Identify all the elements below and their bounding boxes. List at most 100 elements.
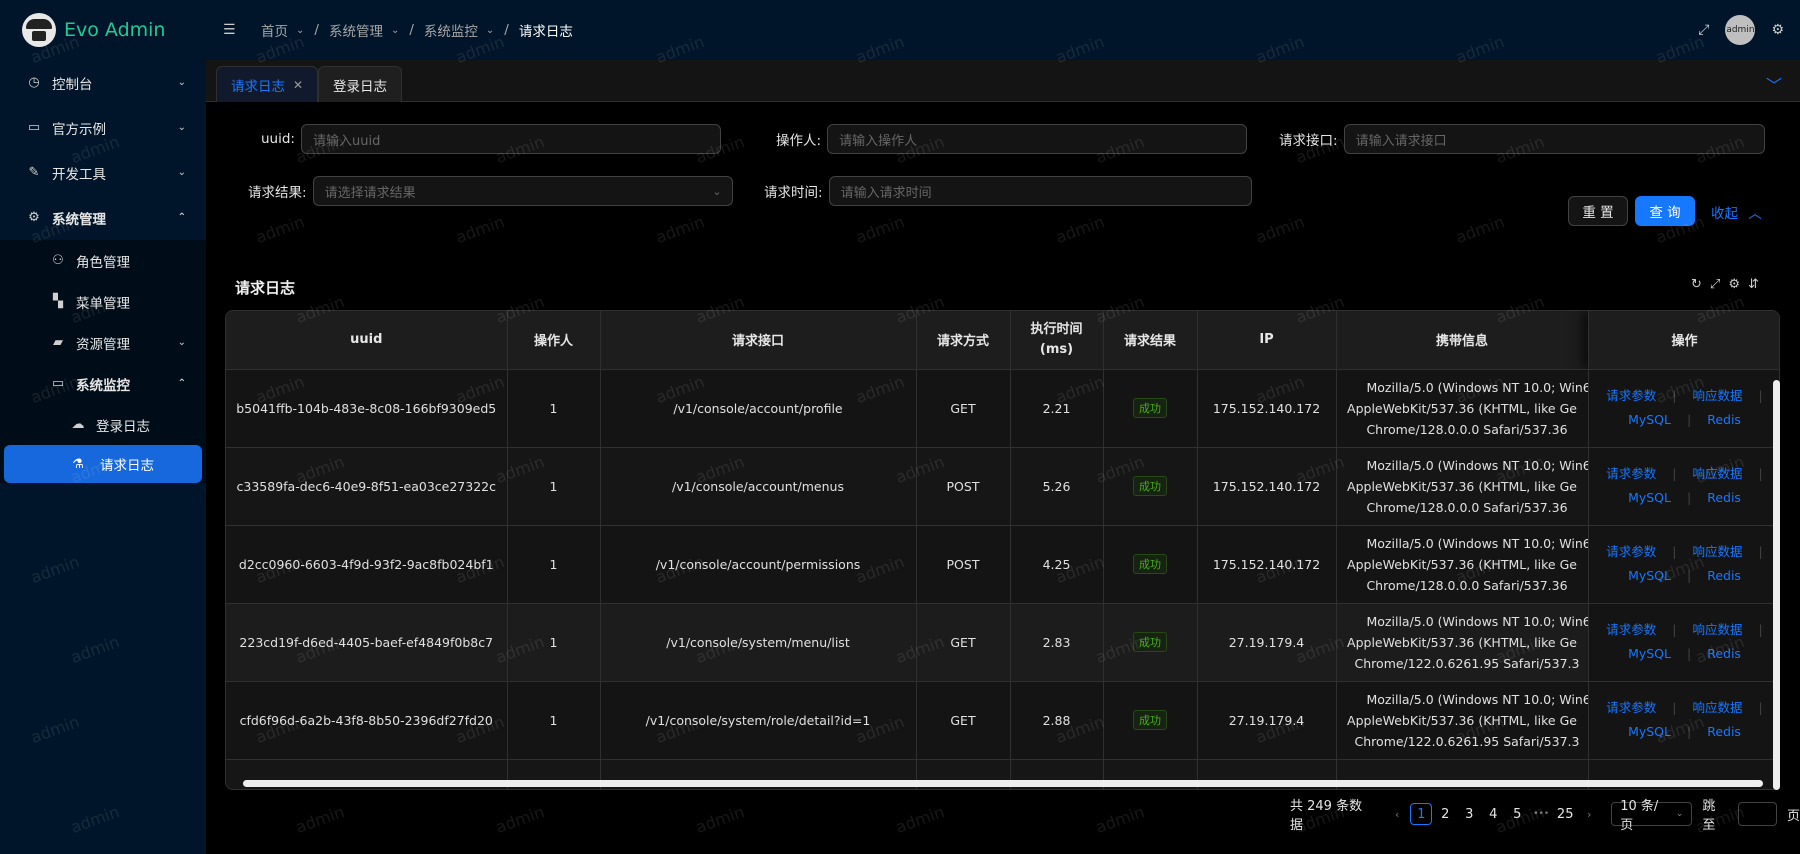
divider: | [1672,700,1677,715]
sidebar-item-label: 开发工具 [52,166,106,183]
next-page-icon[interactable]: › [1578,803,1600,825]
time-input[interactable]: 请输入请求时间 [828,176,1252,206]
divider: | [1686,412,1692,427]
breadcrumb-item[interactable]: 首页 ⌄ [261,20,304,40]
sidebar-item-examples[interactable]: ▭ 官方示例 ⌄ [0,105,206,150]
request-params-link[interactable]: 请求参数 [1606,466,1656,481]
watermark: admin [893,801,947,838]
api-input[interactable]: 请输入请求接口 [1343,124,1765,154]
menu-fold-icon[interactable]: ☰ [223,22,243,38]
table-toolbar: ↻ ⤢ ⚙ ⇵ [1691,277,1759,292]
reload-icon[interactable]: ↻ [1691,277,1702,292]
gear-icon[interactable]: ⚙ [1771,22,1784,38]
uuid-input[interactable]: 请输入uuid [300,124,721,154]
tab-login-log[interactable]: 登录日志 [318,66,402,102]
result-placeholder: 请选择请求结果 [324,185,416,201]
sidebar-item-monitor[interactable]: ▭ 系统监控 ⌃ [0,363,206,404]
divider: | [1686,490,1692,505]
reset-button[interactable]: 重 置 [1568,196,1628,226]
page-ellipsis[interactable]: ••• [1530,803,1552,825]
duration-label: 执行时间 [1030,321,1083,337]
table-row: b5041ffb-104b-483e-8c08-166bf9309ed5 1 /… [226,369,1779,448]
mysql-link[interactable]: MySQL [1628,724,1671,739]
page-unit: 页 [1786,808,1800,824]
redis-link[interactable]: Redis [1707,490,1741,505]
tab-label: 登录日志 [333,78,387,95]
logo[interactable]: Evo Admin [0,0,206,60]
sidebar-item-dashboard[interactable]: ◷ 控制台 ⌄ [0,60,206,105]
cell-user-agent: Mozilla/5.0 (Windows NT 10.0; Win64 Appl… [1336,681,1589,760]
jump-input[interactable] [1737,802,1777,826]
page-3[interactable]: 3 [1458,803,1480,825]
sidebar-item-devtools[interactable]: ✎ 开发工具 ⌄ [0,150,206,195]
collapse-link[interactable]: 收起 ︿ [1711,202,1762,222]
avatar[interactable]: admin [1725,15,1756,45]
page-1[interactable]: 1 [1410,803,1433,825]
user-agent-line: Mozilla/5.0 (Windows NT 10.0; Win64 [1366,613,1588,629]
response-data-link[interactable]: 响应数据 [1693,466,1743,481]
mysql-link[interactable]: MySQL [1628,412,1671,427]
response-data-link[interactable]: 响应数据 [1693,700,1743,715]
sidebar: Evo Admin ◷ 控制台 ⌄ ▭ 官方示例 ⌄ ✎ 开发工具 ⌄ ⚙ 系统… [0,0,206,854]
fullscreen-icon[interactable]: ⤢ [1698,22,1709,38]
cell-actions: 请求参数 | 响应数据 | MySQL | Redis [1588,447,1779,526]
user-agent-line: Mozilla/5.0 (Windows NT 10.0; Win64 [1366,457,1588,473]
sidebar-item-login-log[interactable]: ☁ 登录日志 [0,404,206,445]
cell-method: GET [916,369,1011,448]
sidebar-item-request-log[interactable]: ⚗ 请求日志 [4,445,202,483]
breadcrumb-item[interactable]: 系统监控 ⌄ [424,20,494,40]
divider: | [1672,622,1677,637]
query-button[interactable]: 查 询 [1635,196,1695,226]
cell-duration: 4.25 [1010,525,1104,604]
result-select[interactable]: 请选择请求结果 ⌄ [312,176,733,206]
chevron-down-icon[interactable]: ﹀ [1766,72,1782,96]
sidebar-item-roles[interactable]: ⚇ 角色管理 [0,240,206,281]
column-header-actions: 操作 [1588,311,1779,370]
request-params-link[interactable]: 请求参数 [1606,700,1656,715]
gear-icon[interactable]: ⚙ [1728,277,1740,292]
column-height-icon[interactable]: ⇵ [1748,277,1759,292]
mysql-link[interactable]: MySQL [1628,646,1671,661]
column-header-api: 请求接口 [600,311,917,370]
mysql-link[interactable]: MySQL [1628,568,1671,583]
vertical-scrollbar[interactable] [1773,380,1780,790]
request-params-link[interactable]: 请求参数 [1606,388,1656,403]
close-icon[interactable]: ✕ [293,78,303,92]
jump-label: 跳至 [1702,799,1716,833]
operator-input[interactable]: 请输入操作人 [827,124,1248,154]
page-size-select[interactable]: 10 条/页 ⌄ [1611,799,1693,833]
page-2[interactable]: 2 [1434,803,1456,825]
response-data-link[interactable]: 响应数据 [1693,388,1743,403]
response-data-link[interactable]: 响应数据 [1693,544,1743,559]
cell-api: /v1/console/account/permissions [600,525,917,604]
prev-page-icon[interactable]: ‹ [1386,803,1408,825]
fullscreen-icon[interactable]: ⤢ [1710,277,1720,292]
cell-api: /v1/console/system/menu/list [600,603,917,682]
sidebar-item-menus[interactable]: ▚ 菜单管理 [0,281,206,322]
horizontal-scrollbar[interactable] [243,780,1763,787]
page-4[interactable]: 4 [1482,803,1504,825]
column-header-operator: 操作人 [507,311,601,370]
tab-request-log[interactable]: 请求日志 ✕ [216,66,319,102]
cloud-icon: ☁ [71,417,85,432]
divider: | [1672,466,1677,481]
sidebar-item-resources[interactable]: ▰ 资源管理 ⌄ [0,322,206,363]
cell-ip: 27.19.179.4 [1197,603,1337,682]
cell-uuid: d2cc0960-6603-4f9d-93f2-9ac8fb024bf1 [226,525,508,604]
redis-link[interactable]: Redis [1707,646,1741,661]
request-params-link[interactable]: 请求参数 [1606,622,1656,637]
mysql-link[interactable]: MySQL [1628,490,1671,505]
watermark: admin [493,801,547,838]
response-data-link[interactable]: 响应数据 [1693,622,1743,637]
page-5[interactable]: 5 [1506,803,1528,825]
cell-operator: 1 [507,525,601,604]
sidebar-item-system[interactable]: ⚙ 系统管理 ⌃ [0,195,206,240]
user-agent-line: Chrome/128.0.0.0 Safari/537.36 [1366,421,1568,437]
column-header-ip: IP [1197,311,1337,370]
redis-link[interactable]: Redis [1707,412,1741,427]
page-last[interactable]: 25 [1554,803,1576,825]
breadcrumb-item[interactable]: 系统管理 ⌄ [329,20,399,40]
redis-link[interactable]: Redis [1707,568,1741,583]
request-params-link[interactable]: 请求参数 [1606,544,1656,559]
redis-link[interactable]: Redis [1707,724,1741,739]
